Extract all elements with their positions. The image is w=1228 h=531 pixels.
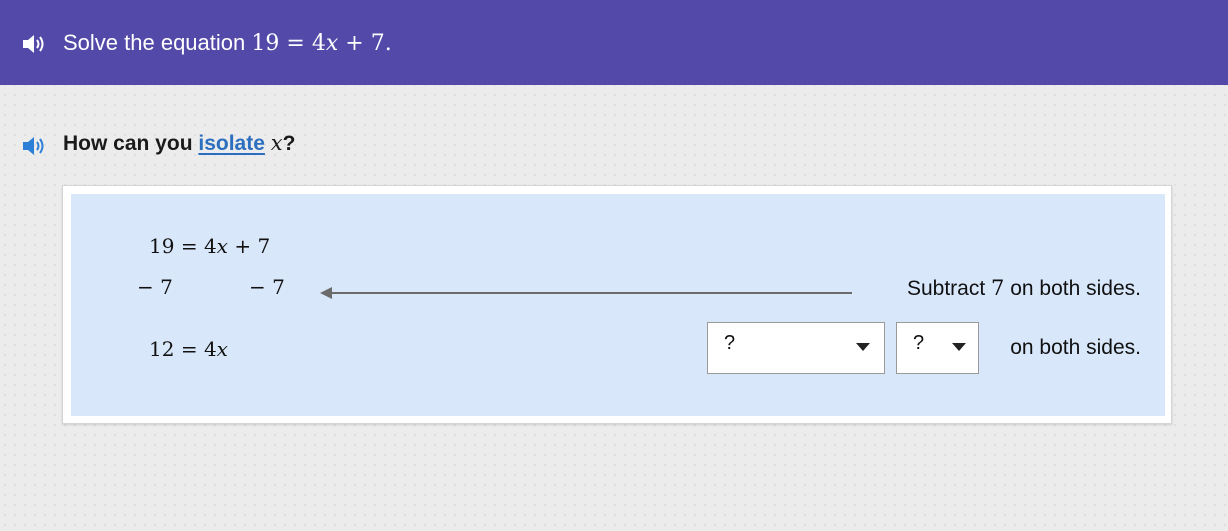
- subtract-right: − 7: [249, 275, 285, 299]
- step-2-suffix: on both sides.: [1010, 336, 1141, 359]
- value-dropdown[interactable]: ?: [896, 322, 979, 374]
- question-variable: x: [270, 131, 283, 155]
- speaker-icon[interactable]: [22, 33, 48, 60]
- question-prefix: How can you: [63, 132, 193, 155]
- speaker-icon[interactable]: [22, 135, 48, 162]
- equation-line-1: 19 = 4x + 7: [149, 234, 271, 258]
- question-text: How can you isolate x?: [63, 131, 295, 156]
- step-1-instruction: Subtract 7 on both sides.: [906, 276, 1141, 300]
- value-dropdown-value: ?: [913, 332, 925, 354]
- operation-dropdown[interactable]: ?: [707, 322, 885, 374]
- operation-dropdown-value: ?: [724, 332, 736, 354]
- chevron-down-icon: [952, 343, 966, 351]
- subtract-left: − 7: [137, 275, 173, 299]
- question-mark: ?: [282, 132, 296, 155]
- work-card: 19 = 4x + 7 − 7 − 7 Subtract 7 on both s…: [62, 185, 1172, 424]
- header-bar: Solve the equation 19 = 4x + 7.: [0, 0, 1228, 85]
- chevron-down-icon: [856, 343, 870, 351]
- work-panel: 19 = 4x + 7 − 7 − 7 Subtract 7 on both s…: [71, 194, 1165, 416]
- prompt-title: Solve the equation 19 = 4x + 7.: [63, 30, 392, 56]
- equation-line-3: 12 = 4x: [149, 337, 228, 361]
- arrow-icon: [320, 287, 852, 299]
- isolate-link[interactable]: isolate: [198, 132, 265, 155]
- prompt-prefix: Solve the equation: [63, 30, 246, 55]
- prompt-equation: 19 = 4x + 7.: [251, 31, 392, 56]
